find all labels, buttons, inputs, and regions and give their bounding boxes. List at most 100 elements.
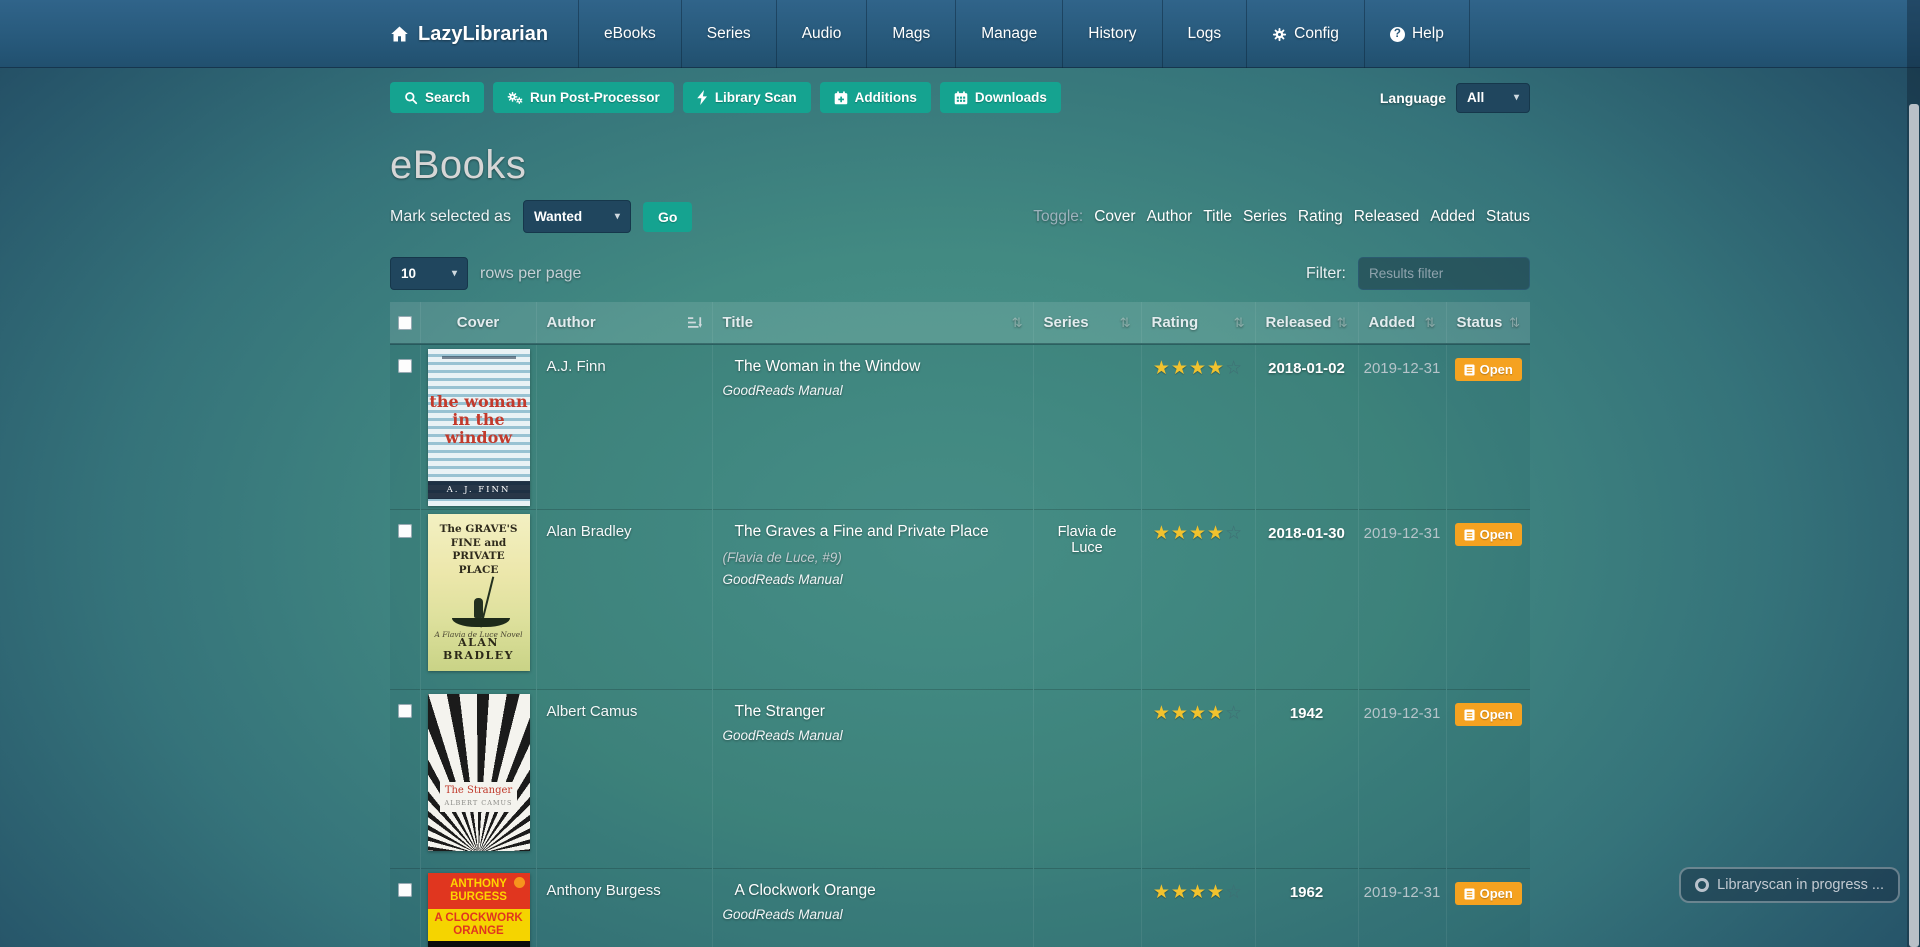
toggle-cover[interactable]: Cover [1094, 208, 1135, 226]
book-icon [1464, 709, 1475, 721]
star-filled-icon: ★ [1207, 523, 1226, 544]
home-icon [390, 25, 409, 43]
sort-amount-icon [687, 316, 702, 329]
toggle-title[interactable]: Title [1203, 208, 1232, 226]
open-book-button[interactable]: Open [1454, 703, 1522, 726]
star-empty-icon: ☆ [1225, 882, 1244, 903]
top-navbar: LazyLibrarian eBooks Series Audio Mags M… [0, 0, 1920, 68]
spinner-icon [1695, 878, 1710, 892]
book-cover[interactable]: The GRAVE'S FINE and PRIVATE PLACE A Fla… [427, 514, 530, 671]
series-cell [1032, 343, 1141, 510]
nav-item-series[interactable]: Series [682, 0, 776, 68]
series-cell: Flavia de Luce [1032, 509, 1141, 690]
select-all-checkbox[interactable] [397, 316, 412, 330]
action-toolbar: Search Run Post-Processor Library Scan A… [390, 82, 1530, 113]
nav-item-manage[interactable]: Manage [956, 0, 1062, 68]
bolt-icon [697, 90, 708, 105]
publisher-logo-icon [513, 877, 525, 888]
star-filled-icon: ★ [1152, 358, 1171, 379]
book-cover[interactable]: The Stranger ALBERT CAMUS [427, 694, 530, 851]
book-title-link[interactable]: The Stranger [723, 703, 1023, 721]
table-row: ANTHONY BURGESS A CLOCKWORK ORANGE Antho… [390, 868, 1530, 947]
added-date: 2019-12-31 [1357, 343, 1446, 510]
row-checkbox[interactable] [397, 359, 412, 373]
chevron-down-icon: ▾ [451, 268, 457, 279]
additions-button[interactable]: Additions [819, 82, 931, 113]
language-label: Language [1379, 89, 1446, 106]
col-header-title[interactable]: Title ⇅ [713, 302, 1033, 343]
book-source: GoodReads Manual [722, 907, 843, 922]
toggle-rating[interactable]: Rating [1298, 208, 1343, 226]
author-link[interactable]: Albert Camus [547, 703, 638, 720]
downloads-button[interactable]: Downloads [939, 82, 1061, 113]
rating-stars: ★★★★☆ [1152, 703, 1244, 724]
row-checkbox[interactable] [397, 883, 412, 897]
book-title-link[interactable]: A Clockwork Orange [723, 882, 1023, 900]
brand-label: LazyLibrarian [418, 22, 549, 45]
table-header-row: Cover Author Title ⇅ Series ⇅ Rating ⇅ Rele… [390, 302, 1531, 345]
rows-per-page-label: rows per page [480, 264, 582, 282]
star-empty-icon: ☆ [1225, 523, 1244, 544]
run-post-processor-button[interactable]: Run Post-Processor [493, 82, 674, 113]
go-button[interactable]: Go [642, 201, 693, 232]
added-date: 2019-12-31 [1357, 868, 1446, 947]
nav-item-mags[interactable]: Mags [867, 0, 955, 68]
series-note: (Flavia de Luce, #9) [722, 550, 842, 565]
nav-item-history[interactable]: History [1063, 0, 1161, 68]
scrollbar-track[interactable] [1907, 0, 1920, 947]
author-link[interactable]: Alan Bradley [547, 523, 632, 540]
author-link[interactable]: Anthony Burgess [547, 882, 661, 899]
rows-per-page-select[interactable]: 10 ▾ [390, 257, 468, 290]
nav-item-help[interactable]: ? Help [1365, 0, 1469, 68]
brand-home-link[interactable]: LazyLibrarian [390, 0, 548, 68]
book-source: GoodReads Manual [722, 728, 843, 743]
open-book-button[interactable]: Open [1454, 882, 1522, 905]
star-empty-icon: ☆ [1225, 703, 1244, 724]
star-filled-icon: ★ [1152, 703, 1171, 724]
nav-item-config[interactable]: Config [1247, 0, 1364, 68]
table-row: the woman in the window A. J. FINN A.J. … [390, 343, 1530, 510]
table-row: The GRAVE'S FINE and PRIVATE PLACE A Fla… [390, 509, 1530, 690]
col-header-released[interactable]: Released ⇅ [1256, 302, 1358, 343]
book-source: GoodReads Manual [722, 383, 843, 398]
search-icon [404, 91, 418, 105]
calendar-plus-icon [834, 90, 848, 105]
library-scan-button[interactable]: Library Scan [682, 82, 811, 113]
toggle-status[interactable]: Status [1486, 208, 1530, 226]
col-header-author[interactable]: Author [537, 302, 712, 343]
star-filled-icon: ★ [1207, 882, 1226, 903]
results-filter-input[interactable] [1358, 257, 1530, 290]
open-book-button[interactable]: Open [1454, 523, 1522, 546]
sort-icon: ⇅ [1509, 314, 1520, 330]
toggle-released[interactable]: Released [1354, 208, 1420, 226]
author-link[interactable]: A.J. Finn [547, 358, 606, 375]
chevron-down-icon: ▾ [614, 211, 620, 222]
col-header-added[interactable]: Added ⇅ [1359, 302, 1446, 343]
language-select[interactable]: All ▾ [1456, 82, 1530, 113]
row-checkbox[interactable] [397, 524, 412, 538]
row-checkbox[interactable] [397, 704, 412, 718]
toggle-author[interactable]: Author [1147, 208, 1193, 226]
book-cover[interactable]: ANTHONY BURGESS A CLOCKWORK ORANGE [427, 873, 530, 947]
nav-item-ebooks[interactable]: eBooks [579, 0, 681, 68]
released-date: 2018-01-30 [1254, 509, 1358, 690]
nav-item-logs[interactable]: Logs [1163, 0, 1247, 68]
book-title-link[interactable]: The Woman in the Window [723, 358, 1023, 376]
col-header-series[interactable]: Series ⇅ [1034, 302, 1141, 343]
chevron-down-icon: ▾ [1513, 92, 1519, 103]
nav-item-audio[interactable]: Audio [777, 0, 867, 68]
toggle-added[interactable]: Added [1430, 208, 1475, 226]
book-title-link[interactable]: The Graves a Fine and Private Place [723, 523, 1023, 541]
open-book-button[interactable]: Open [1454, 358, 1522, 381]
col-header-rating[interactable]: Rating ⇅ [1142, 302, 1255, 343]
search-button[interactable]: Search [390, 82, 485, 113]
scrollbar-thumb[interactable] [1908, 104, 1919, 947]
cover-illustration [427, 694, 530, 851]
book-icon [1464, 888, 1475, 900]
released-date: 1942 [1254, 689, 1358, 869]
col-header-cover[interactable]: Cover [421, 302, 536, 343]
mark-status-select[interactable]: Wanted ▾ [522, 200, 631, 233]
book-cover[interactable]: the woman in the window A. J. FINN [427, 349, 530, 506]
col-header-status[interactable]: Status ⇅ [1447, 302, 1531, 343]
toggle-series[interactable]: Series [1243, 208, 1287, 226]
